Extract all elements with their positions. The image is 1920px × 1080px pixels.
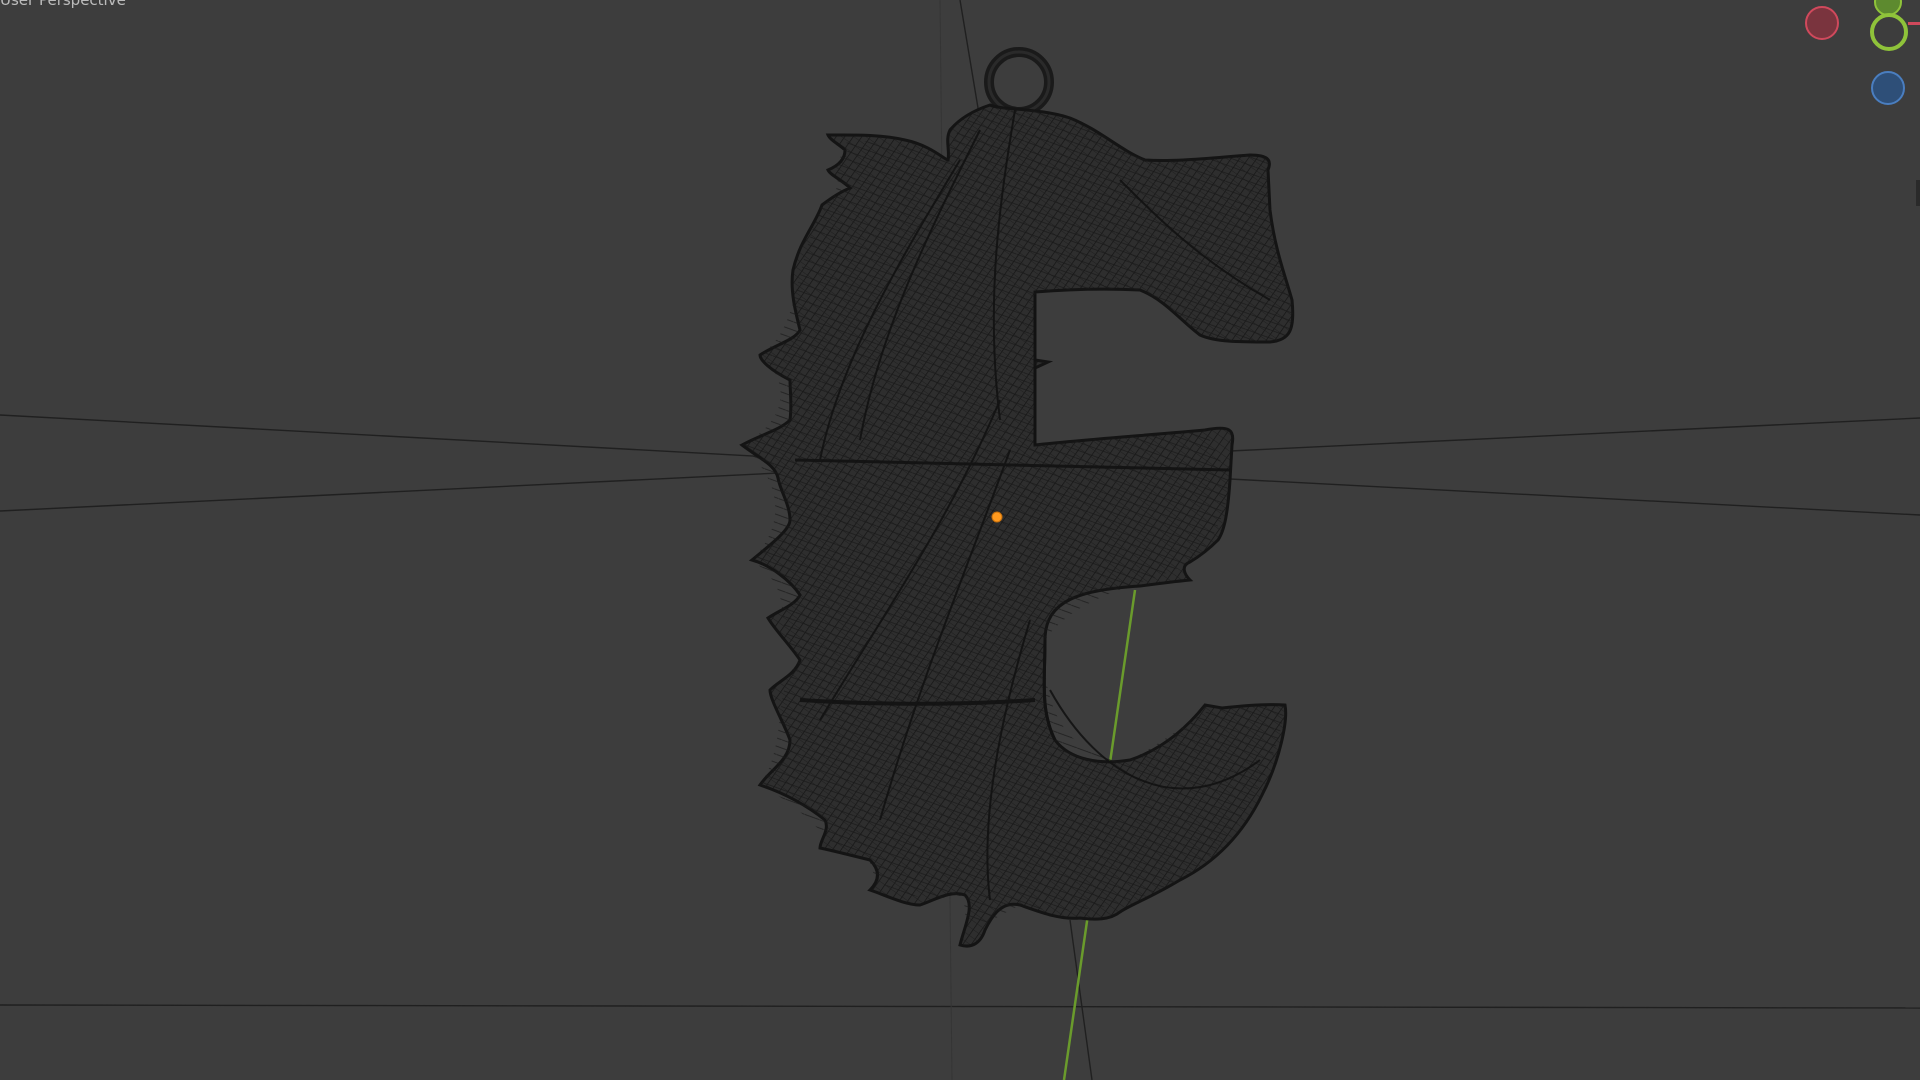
- grid-line: [1069, 919, 1093, 1080]
- object-origin-point: [991, 511, 1003, 523]
- viewport-scene[interactable]: [0, 0, 1920, 1080]
- wireframe-mesh[interactable]: [739, 47, 1295, 948]
- grid-line: [0, 471, 801, 512]
- viewport-edge-handle[interactable]: [1916, 180, 1920, 206]
- grid-line: [1229, 417, 1920, 452]
- 3d-viewport[interactable]: User Perspective: [0, 0, 1920, 1080]
- grid-line: [0, 414, 791, 459]
- z-axis-negative-icon[interactable]: [1871, 71, 1905, 105]
- gizmo-x-axis-line: [1908, 22, 1920, 25]
- x-axis-negative-icon[interactable]: [1805, 6, 1839, 40]
- grid-line: [0, 1004, 1920, 1009]
- grid-line: [1229, 478, 1920, 516]
- y-axis-positive-icon[interactable]: [1870, 13, 1908, 51]
